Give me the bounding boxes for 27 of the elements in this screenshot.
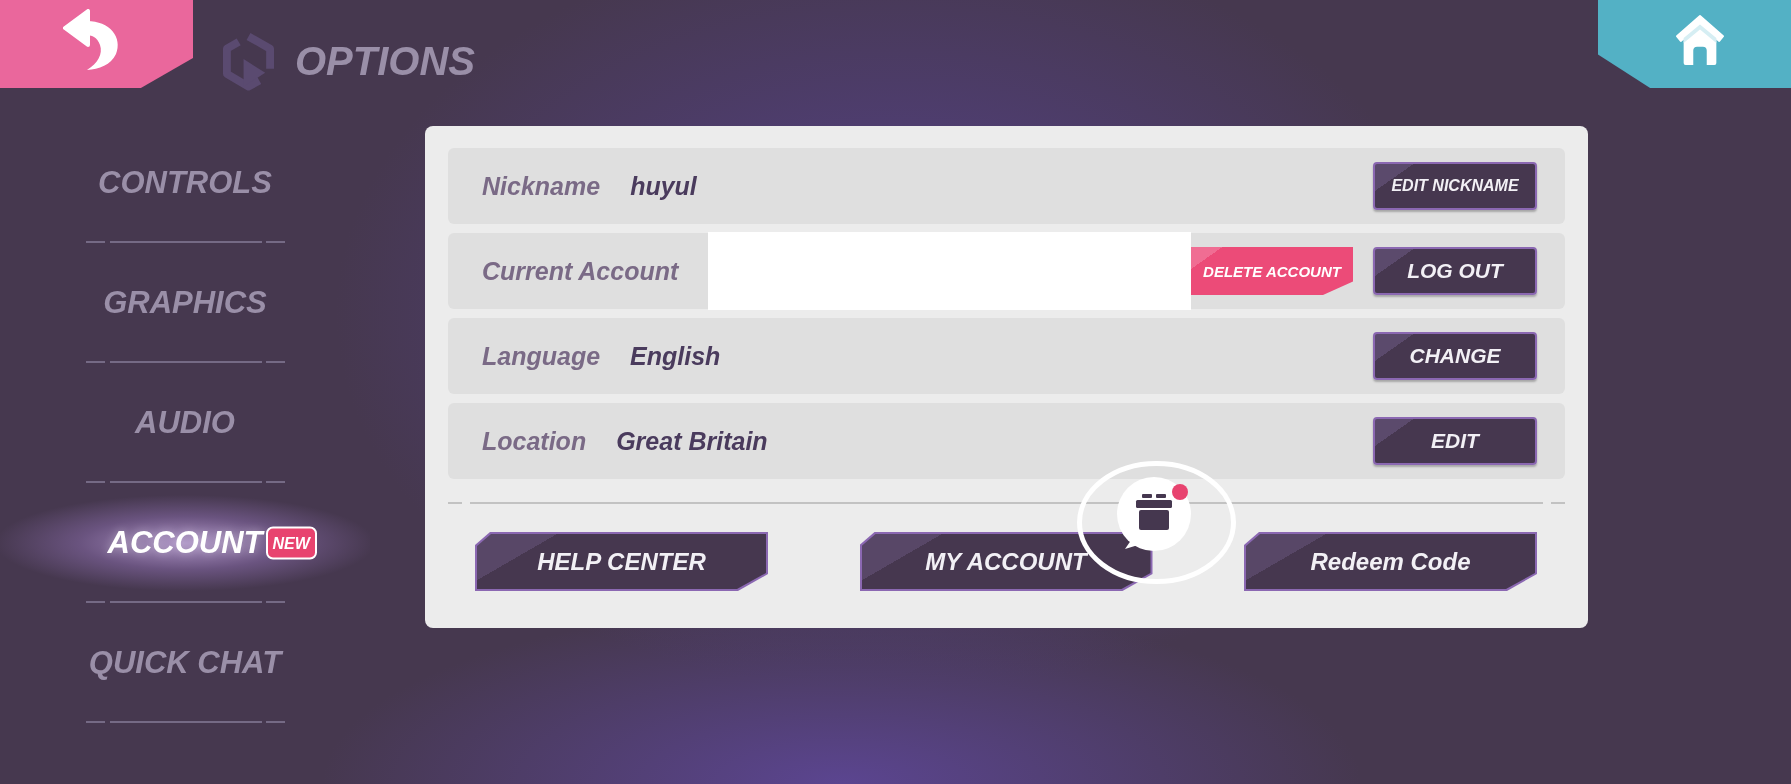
home-icon — [1674, 14, 1725, 66]
setting-value: Great Britain — [616, 426, 768, 456]
setting-label: Nickname — [482, 171, 601, 201]
hexagon-logo-icon — [222, 31, 275, 91]
setting-label: Current Account — [482, 256, 679, 286]
sidebar-tab[interactable]: CONTROLS — [0, 125, 370, 241]
menu-button[interactable]: HELP CENTER — [475, 532, 768, 591]
menu-button[interactable]: Redeem Code — [1244, 532, 1537, 591]
page-title: OPTIONS — [295, 41, 476, 81]
delete-account-button[interactable]: DELETE ACCOUNT — [1191, 247, 1353, 295]
sidebar-tab[interactable]: QUICK CHAT — [0, 605, 370, 721]
action-button[interactable]: EDIT NICKNAME — [1373, 162, 1537, 210]
action-button[interactable]: LOG OUT — [1373, 247, 1537, 295]
new-badge: NEW — [265, 526, 317, 560]
action-button[interactable]: EDIT — [1373, 417, 1537, 465]
notification-dot-icon — [1171, 484, 1188, 500]
setting-label: Language — [482, 341, 601, 371]
sidebar-tab[interactable]: AUDIO — [0, 365, 370, 481]
setting-value: English — [630, 341, 721, 371]
home-button[interactable] — [1598, 0, 1791, 88]
menu-button[interactable]: MY ACCOUNT — [859, 532, 1153, 591]
setting-value: huyul — [630, 171, 697, 201]
setting-label: Location — [482, 426, 587, 456]
action-button[interactable]: CHANGE — [1373, 332, 1537, 380]
back-button[interactable] — [0, 0, 193, 88]
sidebar-tab[interactable]: GRAPHICS — [0, 245, 370, 361]
gift-bubble-icon[interactable] — [1116, 477, 1191, 551]
